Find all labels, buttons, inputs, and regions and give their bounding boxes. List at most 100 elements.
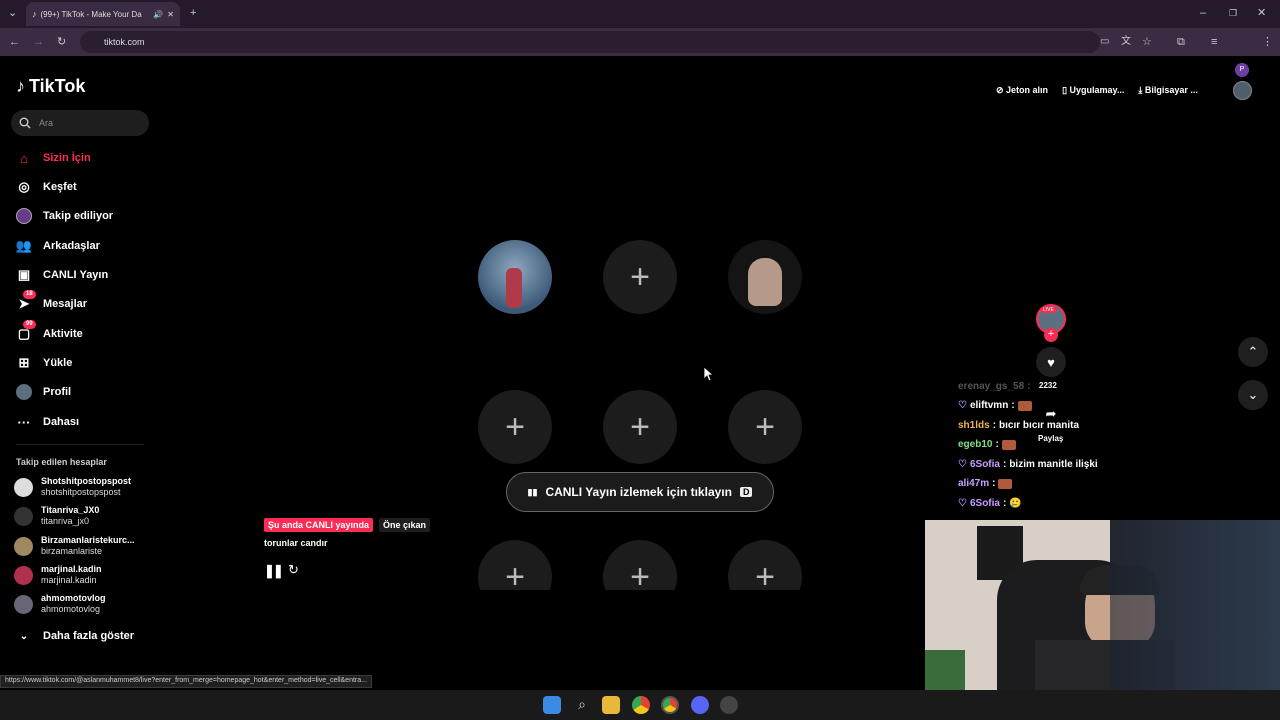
url-text: tiktok.com [104,37,145,47]
follow-plus-icon[interactable]: + [1044,328,1058,342]
nav-kesfet[interactable]: ◎ Keşfet [16,179,76,195]
account-name: Shotshitpostopspost [41,476,131,486]
media-icon[interactable]: ≡ [1211,35,1217,49]
status-url: https://www.tiktok.com/@aslanmuhammet8/l… [0,675,372,688]
chevron-up-icon: ⌃ [1247,344,1259,359]
chat-user: 6Sofia [969,498,1000,509]
tab-list-icon[interactable]: ⌄ [8,6,17,20]
live-badge: LIVE [1041,307,1056,313]
chat-message: ♡ eliftvmn: [958,400,1032,411]
following-account[interactable]: marjinal.kadin marjinal.kadin [14,564,102,586]
file-explorer-icon[interactable] [602,696,620,714]
close-window-icon[interactable]: ✕ [1257,6,1266,20]
chrome-icon[interactable] [632,696,650,714]
chrome-active-icon[interactable] [661,696,679,714]
chat-message: egeb10: [958,439,1016,450]
audio-icon[interactable]: 🔊 [153,10,163,19]
address-bar: ← → ↻ tiktok.com ▭ 文 ☆ ⧉ ≡ P ⋮ [0,28,1280,77]
refresh-icon[interactable]: ↻ [288,562,299,578]
like-button[interactable]: ♥ [1036,347,1066,377]
activity-icon: ▢ 99 [16,320,36,342]
live-add-slot[interactable]: + [603,390,677,464]
close-tab-icon[interactable]: ✕ [167,10,174,19]
forward-icon[interactable]: → [33,35,44,49]
desktop-app-button[interactable]: ⤓ Bilgisayar ... [1138,85,1198,96]
webcam-plant [925,650,965,690]
extensions-icon[interactable]: ⧉ [1177,35,1185,49]
live-add-slot[interactable]: + [478,540,552,590]
reload-icon[interactable]: ↻ [57,35,66,49]
following-account[interactable]: Titanriva_JX0 titanriva_jx0 [14,505,99,527]
nav-label: Aktivite [43,328,83,340]
nav-yukle[interactable]: ⊞ Yükle [16,355,73,371]
chat-user: sh1lds [958,420,990,431]
bookmark-star-icon[interactable]: ☆ [1142,35,1152,49]
app-icon[interactable] [720,696,738,714]
url-field[interactable]: tiktok.com [80,31,1100,53]
get-coins-button[interactable]: ⊘ Jeton alın [996,85,1048,96]
live-add-slot[interactable]: + [728,390,802,464]
live-add-slot[interactable]: + [728,540,802,590]
restore-icon[interactable]: ❐ [1229,6,1237,20]
nav-label: Arkadaşlar [43,240,100,252]
tiktok-logo[interactable]: ♪ TikTok [16,76,85,97]
search-taskbar-icon[interactable]: ⌕ [573,696,591,714]
badge-icon: ♡ [958,459,967,470]
nav-aktivite[interactable]: ▢ 99 Aktivite [16,320,83,342]
pause-icon[interactable]: ❚❚ [264,563,284,579]
tiktok-note-icon: ♪ [16,76,25,96]
profile-avatar-icon[interactable]: P [1235,63,1249,77]
shortcut-key: D [739,487,753,497]
nav-arkadaslar[interactable]: 👥 Arkadaşlar [16,238,100,254]
live-avatar-1[interactable] [478,240,552,314]
account-handle: shotshitpostopspost [41,487,121,497]
nav-takip-ediliyor[interactable]: Takip ediliyor [16,208,113,224]
account-avatar [14,536,33,556]
nav-profil[interactable]: Profil [16,384,71,400]
nav-dahasi[interactable]: ··· Dahası [16,414,80,430]
back-icon[interactable]: ← [9,35,20,49]
nav-label: Takip ediliyor [43,210,114,222]
new-tab-icon[interactable]: + [190,6,196,20]
next-video-button[interactable]: ⌄ [1238,380,1268,410]
get-app-button[interactable]: ▯ Uygulamay... [1062,85,1124,96]
discord-icon[interactable] [691,696,709,714]
following-account[interactable]: Shotshitpostopspost shotshitpostopspost [14,476,131,498]
live-avatar-2[interactable] [728,240,802,314]
live-add-slot[interactable]: + [478,390,552,464]
live-add-slot[interactable]: + [603,540,677,590]
webcam-overlay [925,520,1280,690]
user-avatar[interactable] [1233,81,1252,100]
live-add-slot[interactable]: + [603,240,677,314]
previous-video-button[interactable]: ⌃ [1238,337,1268,367]
more-icon: ··· [17,414,31,430]
chat-text: bizim manitle ilişki [1009,459,1098,470]
search-icon [19,117,31,129]
windows-start-icon[interactable] [543,696,561,714]
chat-user: ali47m [958,478,990,489]
search-input[interactable]: Ara [11,110,149,136]
menu-dots-icon[interactable]: ⋮ [1262,35,1273,49]
nav-label: Sizin İçin [43,152,91,164]
creator-live-avatar[interactable]: LIVE + [1036,304,1066,342]
translate-icon[interactable]: 文 [1121,35,1131,49]
browser-tab[interactable]: ♪ (99+) TikTok - Make Your Da 🔊 ✕ [26,2,180,26]
tiktok-favicon-icon: ♪ [32,9,37,19]
nav-sizin-icin[interactable]: ⌂ Sizin İçin [16,150,91,166]
like-count: 2232 [1039,381,1057,390]
nav-canli-yayin[interactable]: ▣ CANLI Yayın [16,267,108,283]
account-handle: birzamanlariste [41,546,103,556]
browser-tab-bar: ⌄ ♪ (99+) TikTok - Make Your Da 🔊 ✕ + – … [0,0,1280,28]
profile-avatar [16,384,32,400]
following-avatar [16,208,32,224]
following-account[interactable]: Birzamanlaristekurc... birzamanlariste [14,535,135,557]
following-account[interactable]: ahmomotovlog ahmomotovlog [14,593,106,615]
watch-live-button[interactable]: ▮▮ CANLI Yayın izlemek için tıklayın D [506,472,774,512]
minimize-icon[interactable]: – [1200,6,1206,20]
chat-emoji: 🥲 [1009,498,1022,509]
cast-icon[interactable]: ▭ [1100,35,1109,49]
account-avatar [14,594,33,614]
show-more-button[interactable]: ⌄ Daha fazla göster [16,628,134,644]
gift-icon [1017,400,1032,411]
nav-mesajlar[interactable]: ➤ 18 Mesajlar [16,290,87,312]
